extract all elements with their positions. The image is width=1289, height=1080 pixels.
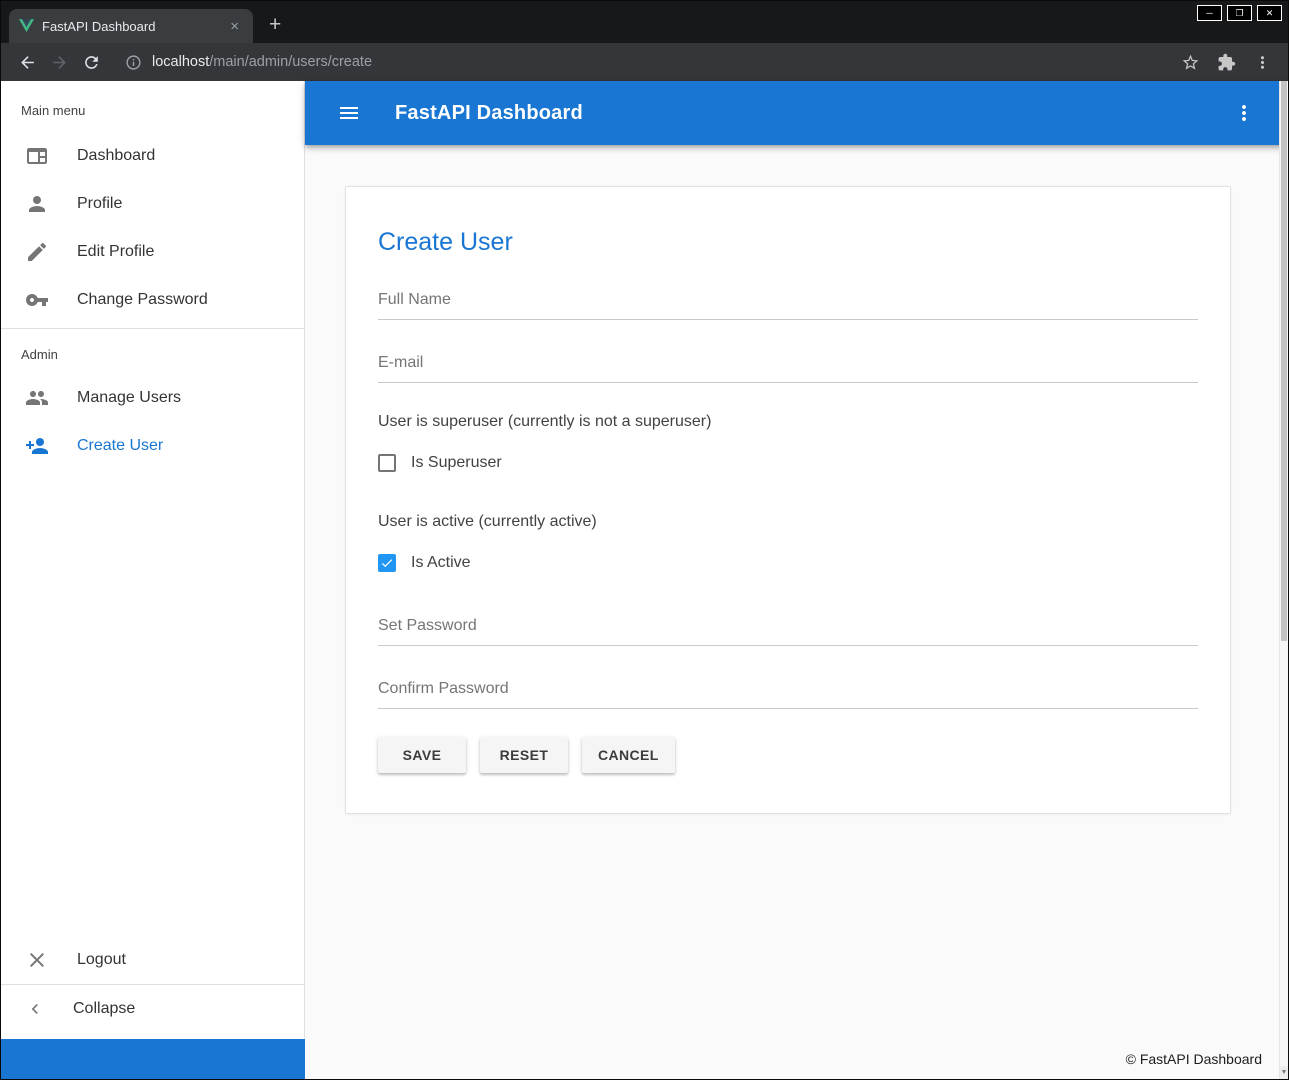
browser-window: FastAPI Dashboard × + ─ ❐ ✕ localhost/ma… — [0, 0, 1289, 1080]
reload-button[interactable] — [75, 46, 107, 78]
browser-menu-icon[interactable] — [1246, 46, 1278, 78]
active-hint: User is active (currently active) — [378, 513, 1198, 531]
key-icon — [25, 288, 49, 312]
sidebar: Main menu Dashboard Profile Edit Profile… — [1, 81, 305, 1039]
new-tab-button[interactable]: + — [269, 14, 281, 35]
sidebar-item-change-password[interactable]: Change Password — [1, 276, 304, 324]
people-icon — [25, 386, 49, 410]
person-add-icon — [25, 434, 49, 458]
tab-close-icon[interactable]: × — [226, 17, 243, 36]
superuser-checkbox-label: Is Superuser — [411, 454, 502, 472]
minimize-button[interactable]: ─ — [1197, 5, 1222, 21]
full-name-input[interactable] — [378, 283, 1198, 320]
collapse-label: Collapse — [73, 1000, 135, 1018]
sidebar-item-edit-profile[interactable]: Edit Profile — [1, 228, 304, 276]
sidebar-item-label: Manage Users — [77, 389, 181, 407]
sidebar-column: Main menu Dashboard Profile Edit Profile… — [1, 81, 305, 1079]
chevron-left-icon — [25, 999, 45, 1019]
toolbar-right — [1174, 46, 1278, 78]
superuser-checkbox-row[interactable]: Is Superuser — [378, 443, 1198, 483]
url-host: localhost — [152, 54, 209, 70]
superuser-checkbox[interactable] — [378, 454, 396, 472]
create-user-card: Create User User is superuser (currently… — [345, 186, 1231, 814]
form-actions: SAVE RESET CANCEL — [378, 737, 1198, 773]
browser-toolbar: localhost/main/admin/users/create — [1, 43, 1288, 81]
logout-label: Logout — [77, 951, 126, 969]
url-text[interactable]: localhost/main/admin/users/create — [152, 54, 372, 70]
active-checkbox-label: Is Active — [411, 554, 471, 572]
email-input[interactable] — [378, 346, 1198, 383]
active-checkbox[interactable] — [378, 554, 396, 572]
sidebar-divider — [1, 328, 304, 329]
back-button[interactable] — [11, 46, 43, 78]
person-icon — [25, 192, 49, 216]
maximize-button[interactable]: ❐ — [1227, 5, 1252, 21]
sidebar-section-main: Main menu — [1, 81, 304, 132]
sidebar-item-logout[interactable]: Logout — [1, 936, 304, 984]
page-scrollbar[interactable]: ▼ — [1279, 81, 1288, 1079]
appbar-title: FastAPI Dashboard — [395, 102, 583, 125]
tab-title: FastAPI Dashboard — [42, 19, 218, 34]
sidebar-item-label: Create User — [77, 437, 163, 455]
pencil-icon — [25, 240, 49, 264]
sidebar-footer-strip — [1, 1039, 305, 1079]
page-title: Create User — [378, 228, 1198, 257]
bookmark-star-icon[interactable] — [1174, 46, 1206, 78]
scrollbar-down-arrow[interactable]: ▼ — [1280, 1066, 1288, 1079]
extensions-icon[interactable] — [1210, 46, 1242, 78]
close-icon — [25, 948, 49, 972]
sidebar-item-profile[interactable]: Profile — [1, 180, 304, 228]
sidebar-section-admin: Admin — [1, 333, 304, 374]
main-column: FastAPI Dashboard Create User User is su… — [305, 81, 1288, 1079]
browser-tab[interactable]: FastAPI Dashboard × — [9, 9, 253, 43]
address-bar[interactable]: localhost/main/admin/users/create — [117, 48, 1164, 76]
tab-strip: FastAPI Dashboard × + ─ ❐ ✕ — [1, 1, 1288, 43]
sidebar-item-label: Change Password — [77, 291, 208, 309]
page-info-icon[interactable] — [125, 54, 142, 71]
check-icon — [380, 556, 394, 570]
sidebar-item-label: Dashboard — [77, 147, 155, 165]
save-button[interactable]: SAVE — [378, 737, 466, 773]
superuser-hint: User is superuser (currently is not a su… — [378, 413, 1198, 431]
cancel-button[interactable]: CANCEL — [582, 737, 675, 773]
confirm-password-input[interactable] — [378, 672, 1198, 709]
sidebar-item-collapse[interactable]: Collapse — [1, 985, 304, 1033]
set-password-input[interactable] — [378, 609, 1198, 646]
copyright-text: © FastAPI Dashboard — [1126, 1051, 1262, 1067]
app-bar: FastAPI Dashboard — [305, 81, 1288, 145]
sidebar-item-create-user[interactable]: Create User — [1, 422, 304, 470]
scrollbar-thumb[interactable] — [1281, 81, 1287, 641]
hamburger-menu-button[interactable] — [331, 95, 367, 131]
sidebar-item-manage-users[interactable]: Manage Users — [1, 374, 304, 422]
content-area: Create User User is superuser (currently… — [305, 145, 1288, 1039]
forward-button[interactable] — [43, 46, 75, 78]
sidebar-item-label: Edit Profile — [77, 243, 154, 261]
vue-favicon-icon — [19, 19, 34, 33]
appbar-overflow-menu-button[interactable] — [1226, 95, 1262, 131]
active-checkbox-row[interactable]: Is Active — [378, 543, 1198, 583]
sidebar-item-dashboard[interactable]: Dashboard — [1, 132, 304, 180]
window-controls: ─ ❐ ✕ — [1197, 5, 1282, 21]
sidebar-item-label: Profile — [77, 195, 122, 213]
page-body: Main menu Dashboard Profile Edit Profile… — [1, 81, 1288, 1079]
dashboard-icon — [25, 144, 49, 168]
reset-button[interactable]: RESET — [480, 737, 568, 773]
url-path: /main/admin/users/create — [209, 54, 372, 70]
close-window-button[interactable]: ✕ — [1257, 5, 1282, 21]
sidebar-bottom: Logout Collapse — [1, 936, 304, 1039]
page-footer: © FastAPI Dashboard — [305, 1039, 1288, 1079]
